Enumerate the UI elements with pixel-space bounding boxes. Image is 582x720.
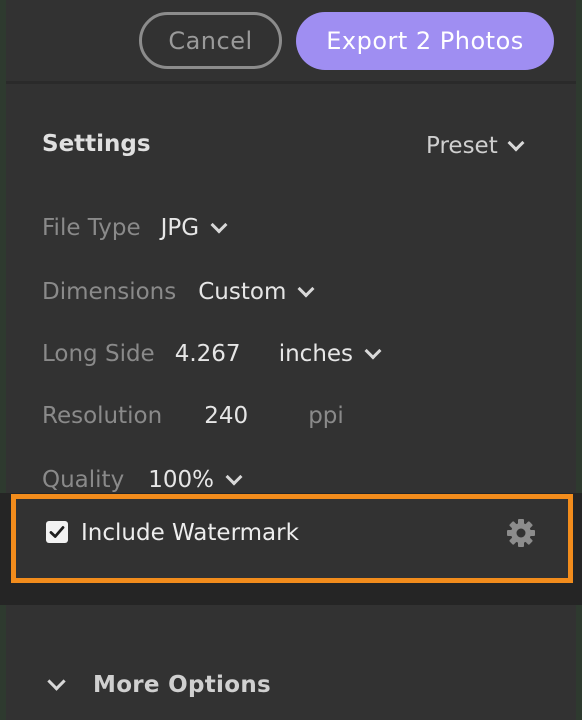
file-type-label: File Type <box>42 215 141 241</box>
resolution-input[interactable]: 240 <box>204 403 308 429</box>
export-panel: Cancel Export 2 Photos Settings Preset F… <box>6 0 576 720</box>
watermark-label: Include Watermark <box>81 520 299 546</box>
quality-label: Quality <box>42 467 125 493</box>
file-type-dropdown[interactable]: JPG <box>160 215 228 241</box>
preset-label: Preset <box>426 133 498 159</box>
preset-dropdown[interactable]: Preset <box>426 133 525 159</box>
chevron-down-icon <box>297 280 315 298</box>
more-options-label: More Options <box>93 672 271 698</box>
chevron-down-icon <box>364 342 382 360</box>
quality-value: 100% <box>148 467 214 493</box>
dimensions-dropdown[interactable]: Custom <box>198 279 315 305</box>
quality-row: Quality 100% <box>42 467 243 493</box>
dimensions-row: Dimensions Custom <box>42 279 315 305</box>
long-side-row: Long Side 4.267 inches <box>42 341 382 367</box>
settings-title: Settings <box>42 131 151 157</box>
file-type-value: JPG <box>160 215 200 241</box>
dimensions-value: Custom <box>198 279 287 305</box>
resolution-label: Resolution <box>42 403 163 429</box>
resolution-unit: ppi <box>308 403 344 429</box>
chevron-down-icon <box>507 134 525 152</box>
long-side-label: Long Side <box>42 341 155 367</box>
checkmark-icon <box>49 526 65 538</box>
long-side-unit: inches <box>278 341 354 367</box>
cancel-button[interactable]: Cancel <box>139 12 282 69</box>
long-side-unit-dropdown[interactable]: inches <box>278 341 382 367</box>
chevron-down-icon <box>225 468 243 486</box>
gear-icon[interactable] <box>505 517 537 549</box>
watermark-checkbox[interactable] <box>46 521 68 543</box>
more-options-toggle[interactable]: More Options <box>47 671 271 698</box>
resolution-row: Resolution 240 ppi <box>42 403 344 429</box>
watermark-highlight: Include Watermark <box>11 494 573 583</box>
export-header: Cancel Export 2 Photos <box>6 0 576 84</box>
quality-dropdown[interactable]: 100% <box>148 467 243 493</box>
chevron-down-icon <box>47 671 66 691</box>
chevron-down-icon <box>210 216 228 234</box>
file-type-row: File Type JPG <box>42 215 228 241</box>
long-side-input[interactable]: 4.267 <box>175 341 279 367</box>
dimensions-label: Dimensions <box>42 279 177 305</box>
export-button[interactable]: Export 2 Photos <box>296 12 554 70</box>
